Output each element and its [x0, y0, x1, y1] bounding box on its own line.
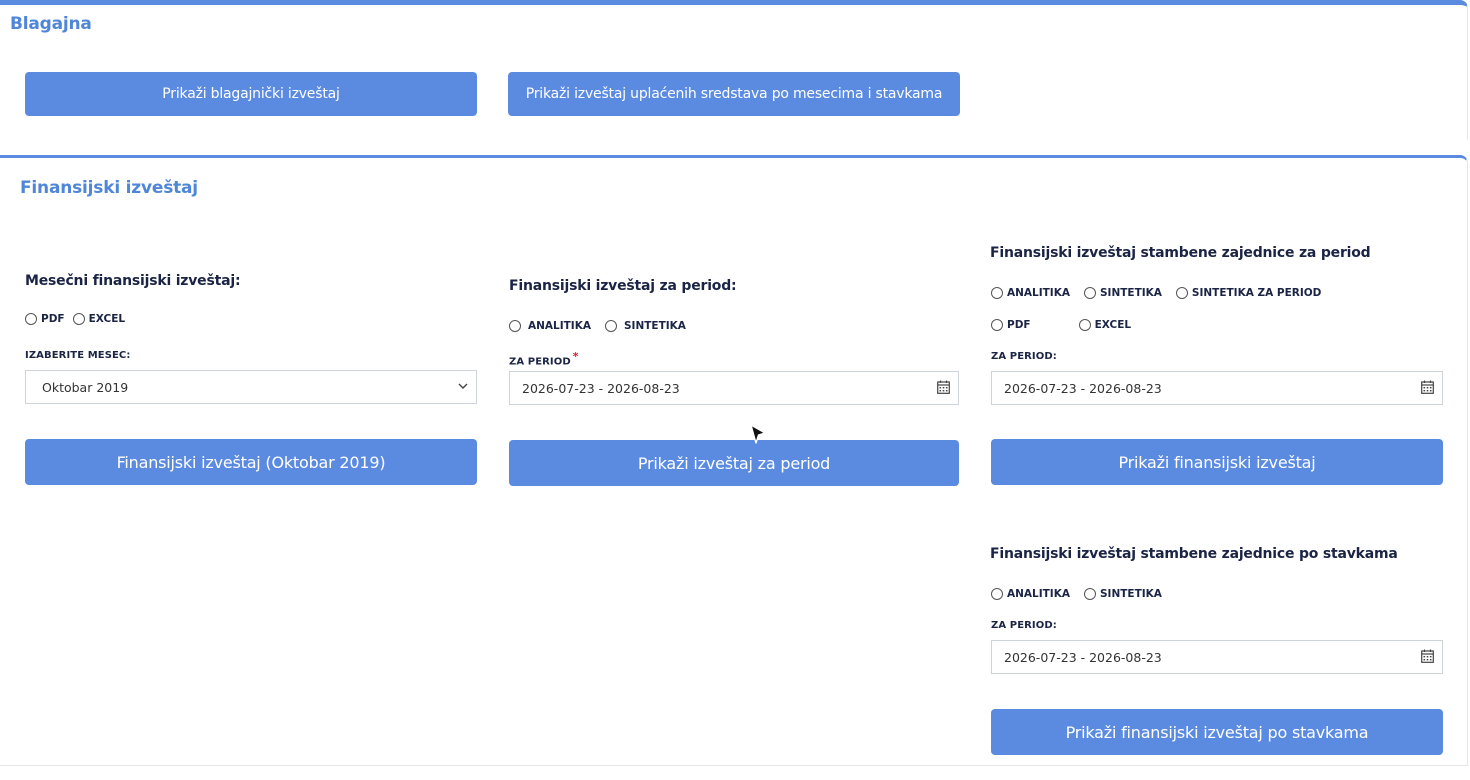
month-select[interactable]: Oktobar 2019: [25, 370, 477, 404]
monthly-excel-radio[interactable]: [72, 313, 85, 325]
calendar-icon[interactable]: [937, 380, 950, 394]
cash-report-button[interactable]: Prikaži blagajnički izveštaj: [25, 72, 477, 116]
items-period-label: ZA PERIOD:: [991, 620, 1057, 631]
community-analitika-label: ANALITIKA: [1007, 287, 1070, 299]
period-label: ZA PERIOD *: [509, 350, 579, 367]
community-format-options: PDF EXCEL: [991, 319, 1131, 331]
monthly-pdf-label: PDF: [41, 313, 65, 325]
paid-funds-report-button[interactable]: Prikaži izveštaj uplaćenih sredstava po …: [508, 72, 960, 116]
monthly-report-heading: Mesečni finansijski izveštaj:: [25, 273, 241, 289]
items-sintetika-label: SINTETIKA: [1099, 588, 1162, 600]
community-sintetika-period-radio[interactable]: [1175, 287, 1188, 299]
period-type-options: ANALITIKA SINTETIKA: [509, 320, 686, 332]
community-sintetika-period-label: SINTETIKA ZA PERIOD: [1191, 287, 1322, 299]
period-analitika-radio[interactable]: [509, 320, 521, 332]
period-report-button[interactable]: Prikaži izveštaj za period: [509, 440, 959, 486]
items-date-range-value: 2026-07-23 - 2026-08-23: [1004, 649, 1162, 665]
community-sintetika-label: SINTETIKA: [1099, 287, 1162, 299]
community-sintetika-radio[interactable]: [1083, 287, 1096, 299]
community-pdf-radio[interactable]: [991, 319, 1003, 331]
mouse-cursor-icon: [750, 424, 766, 444]
community-analitika-radio[interactable]: [991, 287, 1003, 299]
period-date-range-input[interactable]: 2026-07-23 - 2026-08-23: [509, 371, 959, 405]
community-date-range-value: 2026-07-23 - 2026-08-23: [1004, 380, 1162, 396]
finansijski-title: Finansijski izveštaj: [20, 178, 198, 198]
community-date-range-input[interactable]: 2026-07-23 - 2026-08-23: [991, 371, 1443, 405]
items-analitika-radio[interactable]: [991, 588, 1003, 600]
items-analitika-label: ANALITIKA: [1007, 588, 1070, 600]
community-period-type-options: ANALITIKA SINTETIKA SINTETIKA ZA PERIOD: [991, 287, 1321, 299]
community-period-heading: Finansijski izveštaj stambene zajednice …: [990, 245, 1371, 261]
items-sintetika-radio[interactable]: [1083, 588, 1096, 600]
required-mark: *: [572, 350, 579, 363]
monthly-excel-label: EXCEL: [88, 313, 126, 325]
period-label-text: ZA PERIOD: [509, 356, 571, 368]
community-report-button[interactable]: Prikaži finansijski izveštaj: [991, 439, 1443, 485]
calendar-icon[interactable]: [1421, 380, 1434, 394]
period-date-range-value: 2026-07-23 - 2026-08-23: [522, 380, 680, 396]
community-items-type-options: ANALITIKA SINTETIKA: [991, 588, 1162, 600]
monthly-report-button[interactable]: Finansijski izveštaj (Oktobar 2019): [25, 439, 477, 485]
blagajna-title: Blagajna: [10, 14, 92, 34]
period-report-heading: Finansijski izveštaj za period:: [509, 278, 737, 294]
monthly-pdf-radio[interactable]: [25, 313, 37, 325]
period-sintetika-radio[interactable]: [604, 320, 617, 332]
period-sintetika-label: SINTETIKA: [623, 320, 686, 332]
period-analitika-label: ANALITIKA: [528, 320, 591, 332]
calendar-icon[interactable]: [1421, 649, 1434, 663]
items-report-button[interactable]: Prikaži finansijski izveštaj po stavkama: [991, 709, 1443, 755]
community-excel-radio[interactable]: [1078, 319, 1091, 331]
chevron-down-icon: [458, 383, 468, 389]
community-items-heading: Finansijski izveštaj stambene zajednice …: [990, 546, 1398, 562]
community-period-label: ZA PERIOD:: [991, 351, 1057, 362]
items-date-range-input[interactable]: 2026-07-23 - 2026-08-23: [991, 640, 1443, 674]
blagajna-panel: [0, 0, 1468, 140]
community-pdf-label: PDF: [1007, 319, 1031, 331]
month-select-label: IZABERITE MESEC:: [25, 350, 131, 361]
community-excel-label: EXCEL: [1094, 319, 1132, 331]
month-select-value: Oktobar 2019: [42, 379, 129, 395]
monthly-format-options: PDF EXCEL: [25, 313, 125, 325]
